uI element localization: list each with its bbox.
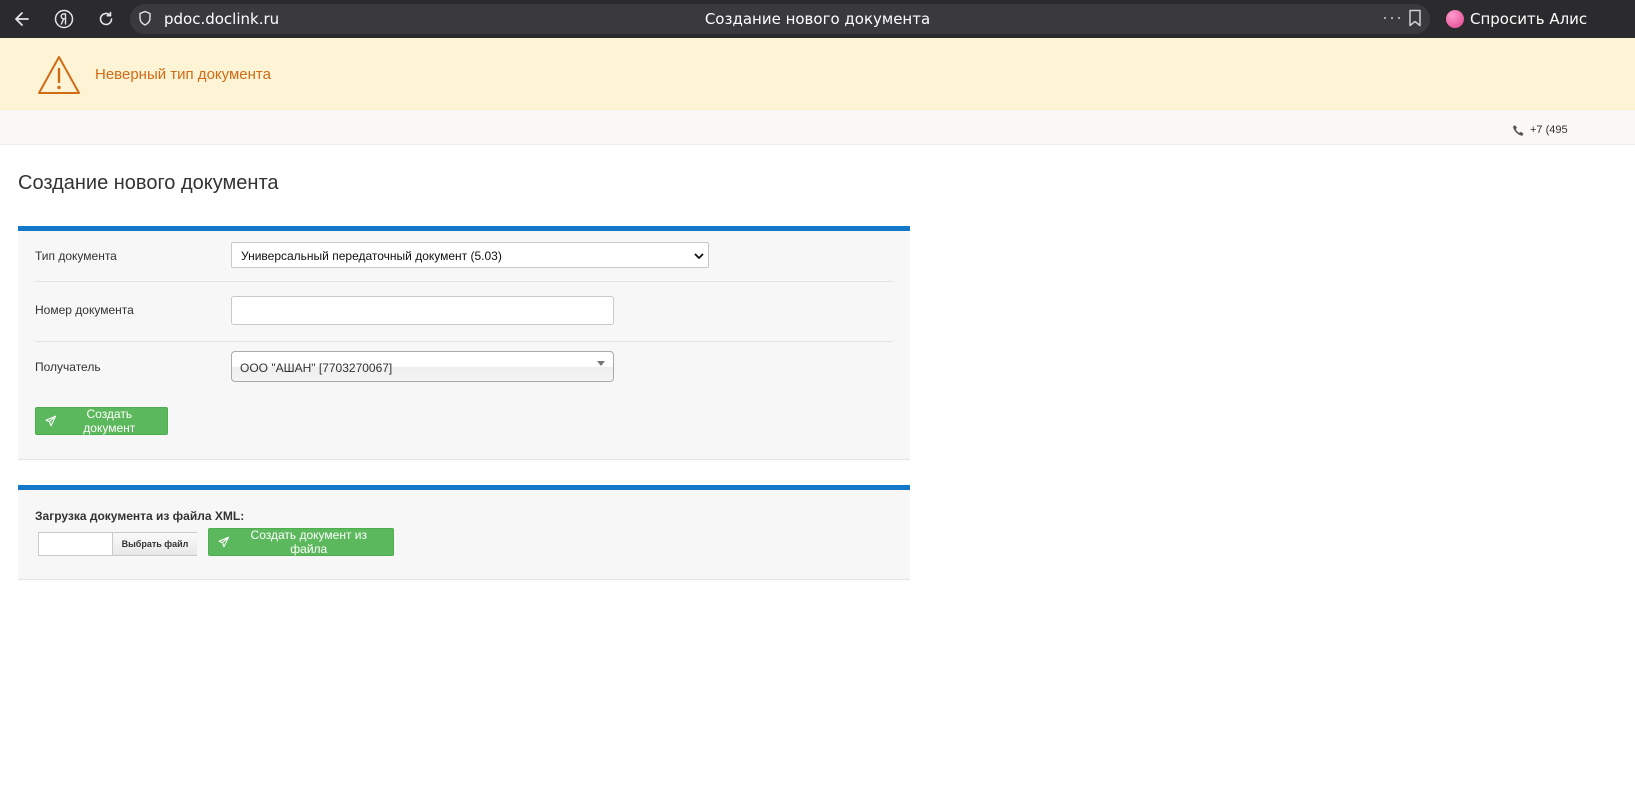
recipient-value: ООО "АШАН" [7703270067] (240, 361, 393, 375)
upload-label: Загрузка документа из файла XML: (35, 509, 245, 523)
doc-number-input[interactable] (231, 296, 614, 325)
recipient-select[interactable]: ООО "АШАН" [7703270067] (231, 351, 614, 382)
file-input[interactable]: Выбрать файл (38, 532, 197, 556)
page-title: Создание нового документа (18, 172, 279, 194)
create-document-label: Создать документ (83, 407, 136, 435)
more-icon[interactable]: ··· (1382, 7, 1403, 28)
reload-icon[interactable] (94, 7, 118, 31)
upload-xml-panel: Загрузка документа из файла XML: Выбрать… (18, 485, 910, 580)
divider (35, 341, 893, 342)
url-text[interactable]: pdoc.doclink.ru (164, 10, 279, 28)
send-icon (45, 415, 57, 427)
create-document-form: Тип документа Универсальный передаточный… (18, 226, 910, 460)
shield-icon[interactable] (138, 10, 152, 32)
alert-message: Неверный тип документа (95, 66, 271, 83)
yandex-icon[interactable] (52, 7, 76, 31)
phone-number[interactable]: +7 (495 (1530, 124, 1568, 136)
chevron-down-icon (693, 249, 705, 267)
phone-icon (1512, 124, 1525, 142)
doc-number-label: Номер документа (35, 303, 134, 317)
alice-icon (1446, 10, 1464, 28)
choose-file-button[interactable]: Выбрать файл (112, 533, 197, 555)
bookmark-icon[interactable] (1408, 9, 1422, 32)
browser-toolbar: pdoc.doclink.ru Создание нового документ… (0, 0, 1635, 38)
doc-type-label: Тип документа (35, 249, 117, 263)
create-from-file-label: Создать документ из файла (250, 528, 367, 556)
tab-title: Создание нового документа (704, 10, 931, 28)
create-document-button[interactable]: Создать документ (35, 407, 168, 435)
alice-label: Спросить Алис (1470, 10, 1588, 28)
warning-icon (36, 54, 82, 101)
error-alert: Неверный тип документа (0, 38, 1635, 110)
recipient-label: Получатель (35, 360, 101, 374)
doc-type-value: Универсальный передаточный документ (5.0… (241, 249, 502, 263)
alice-button[interactable]: Спросить Алис (1440, 5, 1635, 33)
send-icon (218, 536, 230, 548)
create-from-file-button[interactable]: Создать документ из файла (208, 528, 394, 556)
divider (35, 281, 893, 282)
caret-down-icon (597, 361, 605, 366)
top-info-bar: +7 (495 (0, 110, 1635, 145)
doc-type-select[interactable]: Универсальный передаточный документ (5.0… (231, 242, 709, 268)
back-icon[interactable] (10, 7, 34, 31)
